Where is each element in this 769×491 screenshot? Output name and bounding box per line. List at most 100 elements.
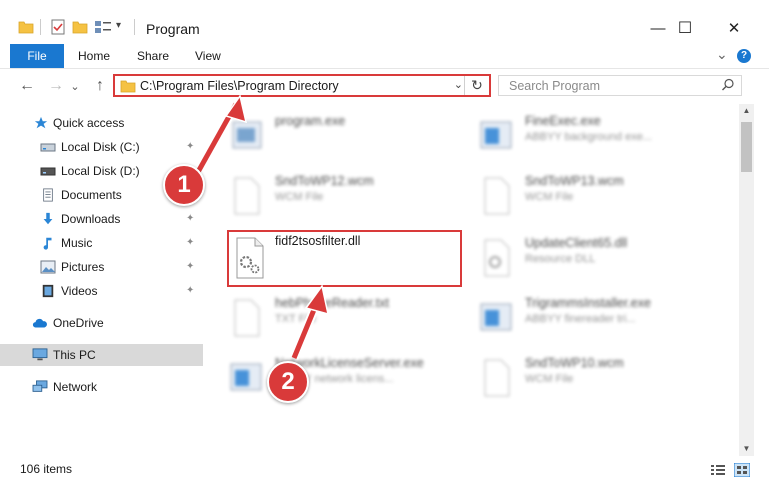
step-callout-2: 2 [267, 361, 309, 403]
computer-icon [32, 348, 48, 361]
back-button[interactable]: ← [15, 75, 39, 97]
videos-icon [42, 284, 54, 298]
sidebar-item-downloads[interactable]: Downloads ✦ [0, 208, 203, 230]
search-icon [722, 78, 734, 91]
dll-file-icon [236, 237, 264, 279]
pin-icon[interactable]: ✦ [186, 141, 194, 152]
file-item[interactable]: SndToWP13.wcm WCM File [465, 168, 705, 222]
document-icon [484, 359, 510, 397]
music-icon [43, 237, 52, 250]
exe-icon [230, 363, 262, 391]
file-item[interactable]: SndToWP12.wcm WCM File [215, 168, 455, 222]
file-name: program.exe [275, 114, 346, 128]
tiles-view-icon[interactable] [734, 463, 750, 477]
pin-icon[interactable]: ✦ [186, 213, 194, 224]
up-button[interactable]: ↑ [88, 75, 112, 97]
maximize-button[interactable]: ☐ [663, 14, 707, 42]
pin-icon[interactable]: ✦ [186, 237, 194, 248]
exe-icon [480, 121, 512, 149]
cloud-icon [32, 318, 47, 328]
forward-button[interactable]: → [44, 75, 68, 97]
file-item[interactable]: UpdateClient65.dll Resource DLL [465, 230, 705, 284]
search-box[interactable]: Search Program [498, 75, 742, 96]
scroll-up-button[interactable]: ▲ [739, 104, 754, 118]
refresh-button[interactable]: ↻ [464, 76, 489, 95]
ribbon: File Home Share View ⌄ ? [0, 44, 769, 69]
new-folder-icon[interactable] [72, 17, 88, 37]
file-type: Resource DLL [525, 253, 596, 265]
sidebar-item-network[interactable]: Network [0, 376, 203, 398]
qa-dropdown-icon[interactable]: ▾ [116, 20, 121, 40]
title-bar: ▾ Program — ☐ ✕ [0, 0, 769, 44]
tab-share[interactable]: Share [137, 44, 169, 68]
file-item[interactable]: program.exe [215, 108, 455, 162]
file-type: WCM File [525, 191, 574, 203]
file-name: UpdateClient65.dll [525, 236, 628, 250]
file-item[interactable]: SndToWP10.wcm WCM File [465, 350, 705, 404]
file-item[interactable]: FineExec.exe ABBYY background exe... [465, 108, 705, 162]
ribbon-collapse-icon[interactable]: ⌄ [716, 46, 728, 63]
sidebar-item-label: Music [61, 236, 93, 250]
navigation-pane: Quick access Local Disk (C:) ✦ Local Dis… [0, 104, 203, 456]
view-options-icon[interactable] [94, 17, 112, 37]
sidebar-item-label: Videos [61, 284, 98, 298]
tab-view[interactable]: View [195, 44, 221, 68]
sidebar-item-pictures[interactable]: Pictures ✦ [0, 256, 203, 278]
file-item-selected[interactable]: fidf2tsosfilter.dll [227, 230, 467, 284]
sidebar-item-label: Network [53, 380, 98, 394]
sidebar-item-music[interactable]: Music ✦ [0, 232, 203, 254]
sidebar-item-videos[interactable]: Videos ✦ [0, 280, 203, 302]
file-name: hebPhoneReader.txt [275, 296, 389, 310]
sidebar-item-quick-access[interactable]: Quick access [0, 112, 203, 134]
sidebar-item-local-disk-c[interactable]: Local Disk (C:) ✦ [0, 136, 203, 158]
vertical-scrollbar[interactable]: ▲ ▼ [739, 104, 754, 456]
sidebar-item-label: OneDrive [53, 316, 104, 330]
scroll-down-button[interactable]: ▼ [739, 442, 754, 456]
recent-locations-button[interactable]: ⌄ [68, 75, 82, 97]
sidebar-item-label: Quick access [53, 116, 125, 130]
folder-icon [18, 21, 34, 34]
file-type: TXT File [275, 313, 317, 325]
exe-icon [232, 121, 262, 149]
properties-icon[interactable] [50, 17, 66, 37]
document-icon [234, 177, 260, 215]
star-icon [34, 116, 48, 129]
pin-icon[interactable]: ✦ [186, 261, 194, 272]
address-bar[interactable]: C:\Program Files\Program Directory ⌄ ↻ [113, 74, 491, 97]
qa-divider [40, 19, 41, 35]
address-dropdown-icon[interactable]: ⌄ [454, 78, 463, 91]
search-input[interactable]: Search Program [509, 79, 600, 93]
file-type: ABBYY finereader tri... [525, 313, 636, 325]
details-view-icon[interactable] [710, 463, 726, 477]
file-name: SndToWP12.wcm [275, 174, 374, 188]
status-bar: 106 items [0, 456, 769, 491]
dll-file-icon [484, 239, 510, 277]
close-button[interactable]: ✕ [712, 14, 756, 42]
step-callout-1: 1 [163, 164, 205, 206]
help-icon[interactable]: ? [737, 49, 751, 63]
sidebar-item-this-pc[interactable]: This PC [0, 344, 203, 366]
file-name: SndToWP10.wcm [525, 356, 624, 370]
pin-icon[interactable]: ✦ [186, 285, 194, 296]
item-count: 106 items [20, 462, 73, 476]
sidebar-item-label: Local Disk (D:) [61, 164, 140, 178]
file-name: TrigrammsInstaller.exe [525, 296, 651, 310]
file-type: ABBYY background exe... [525, 131, 652, 143]
tab-home[interactable]: Home [78, 44, 110, 68]
tab-file[interactable]: File [10, 44, 64, 68]
window-title: Program [146, 21, 200, 37]
file-item[interactable]: TrigrammsInstaller.exe ABBYY finereader … [465, 290, 705, 344]
document-icon [234, 299, 260, 337]
qa-divider [134, 19, 135, 35]
sidebar-item-label: Local Disk (C:) [61, 140, 140, 154]
file-item[interactable]: NetworkLicenseServer.exe ABBYY network l… [215, 350, 455, 404]
sidebar-item-label: Documents [61, 188, 122, 202]
file-item[interactable]: hebPhoneReader.txt TXT File [215, 290, 455, 344]
file-type: WCM File [275, 191, 324, 203]
network-icon [32, 380, 48, 392]
scroll-thumb[interactable] [741, 122, 752, 172]
document-icon [484, 177, 510, 215]
sidebar-item-onedrive[interactable]: OneDrive [0, 312, 203, 334]
file-name: SndToWP13.wcm [525, 174, 624, 188]
file-name: FineExec.exe [525, 114, 601, 128]
